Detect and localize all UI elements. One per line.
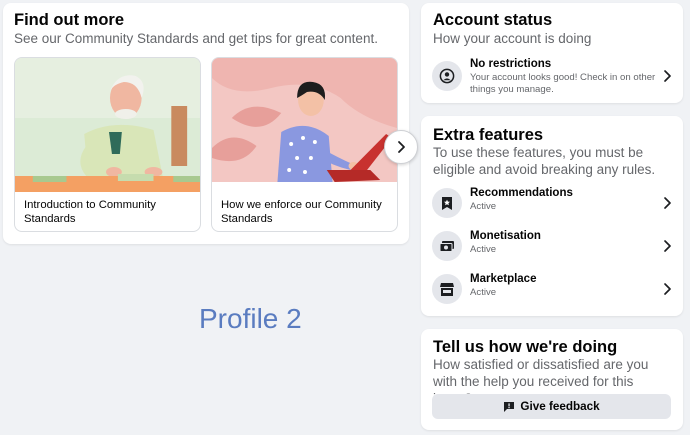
chevron-right-icon xyxy=(664,70,671,82)
chevron-right-icon xyxy=(398,141,405,153)
older-man-reading-illustration xyxy=(15,58,200,192)
account-status-title: Account status xyxy=(433,11,553,29)
give-feedback-label: Give feedback xyxy=(520,400,600,413)
item-description: Your account looks good! Check in on oth… xyxy=(470,72,656,95)
extra-features-card: Extra features To use these features, yo… xyxy=(421,116,683,316)
profile-watermark: Profile 2 xyxy=(199,303,302,334)
feedback-title: Tell us how we're doing xyxy=(433,338,618,356)
chevron-right-icon xyxy=(664,197,671,209)
find-out-more-title: Find out more xyxy=(14,11,124,29)
item-title: Monetisation xyxy=(470,230,541,242)
feedback-icon xyxy=(504,401,515,412)
item-title: No restrictions xyxy=(470,58,552,70)
article-card-enforcement[interactable]: How we enforce our Community Standards xyxy=(211,57,398,232)
feature-item-marketplace[interactable]: Marketplace Active xyxy=(432,272,674,306)
item-title: Marketplace xyxy=(470,273,537,285)
article-card-introduction[interactable]: Introduction to Community Standards xyxy=(14,57,201,232)
article-caption: Introduction to Community Standards xyxy=(24,199,156,225)
extra-features-subtitle: To use these features, you must be eligi… xyxy=(433,145,656,177)
find-out-more-card: Find out more See our Community Standard… xyxy=(3,3,418,244)
no-restrictions-item[interactable]: No restrictions Your account looks good!… xyxy=(432,57,674,95)
feature-item-recommendations[interactable]: Recommendations Active xyxy=(432,186,674,220)
find-out-more-subtitle: See our Community Standards and get tips… xyxy=(14,31,378,46)
star-badge-icon xyxy=(432,188,462,218)
feature-item-monetisation[interactable]: Monetisation Active xyxy=(432,229,674,263)
carousel-next-button[interactable] xyxy=(384,130,418,164)
give-feedback-button[interactable]: Give feedback xyxy=(432,394,671,419)
person-circle-icon xyxy=(432,61,462,91)
item-status: Active xyxy=(470,201,497,212)
chevron-right-icon xyxy=(664,283,671,295)
item-status: Active xyxy=(470,287,497,298)
feedback-card: Tell us how we're doing How satisfied or… xyxy=(421,329,683,430)
extra-features-title: Extra features xyxy=(433,126,544,144)
article-caption: How we enforce our Community Standards xyxy=(221,199,382,225)
money-icon xyxy=(432,231,462,261)
shop-icon xyxy=(432,274,462,304)
item-status: Active xyxy=(470,244,497,255)
account-status-subtitle: How your account is doing xyxy=(433,31,592,46)
chevron-right-icon xyxy=(664,240,671,252)
item-title: Recommendations xyxy=(470,187,573,199)
account-status-card: Account status How your account is doing… xyxy=(421,3,683,103)
woman-at-laptop-illustration xyxy=(212,58,397,192)
